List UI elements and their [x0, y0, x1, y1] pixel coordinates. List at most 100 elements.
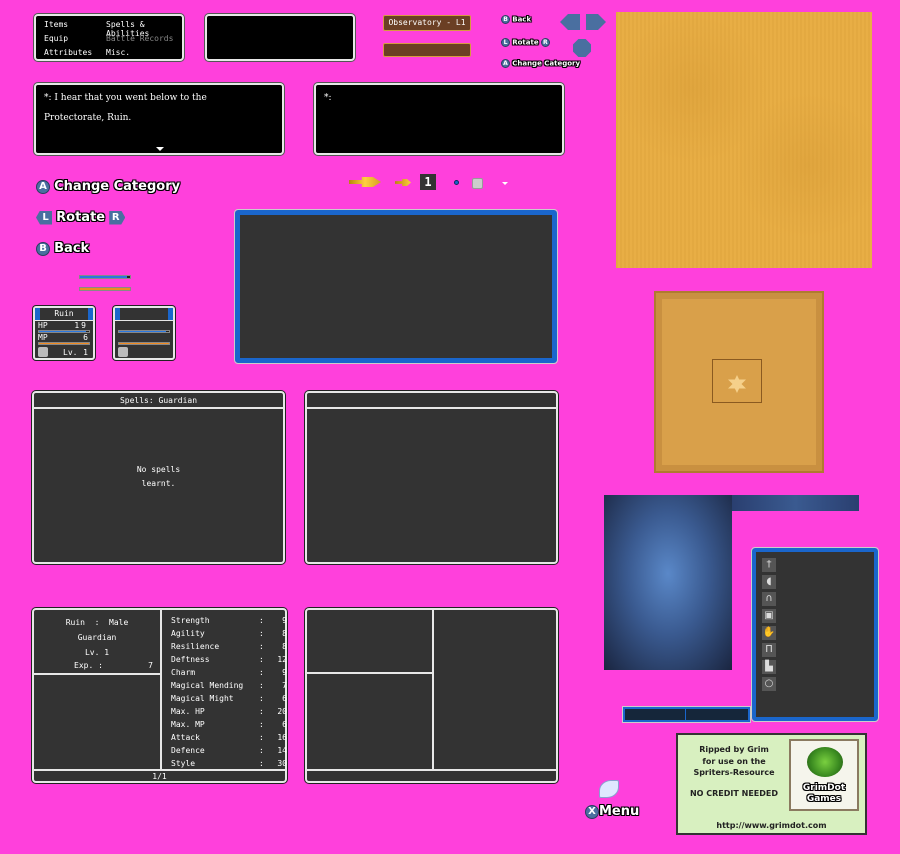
l-button-icon: L: [36, 210, 52, 225]
stat-name: Attack: [171, 733, 200, 742]
hp-label: HP: [38, 321, 48, 330]
credit-box: Ripped by Grim for use on the Spriters-R…: [676, 733, 867, 835]
party-card-header: Ruin: [35, 308, 93, 320]
attr-level: Lv. 1: [84, 648, 110, 657]
mp-bar-fill: [39, 343, 89, 344]
stat-value: 16: [277, 733, 287, 742]
small-hint-change-category: A Change Category: [501, 59, 580, 68]
stat-colon: :: [259, 759, 264, 768]
stat-colon: :: [259, 733, 264, 742]
hp-value: 19: [74, 321, 88, 330]
stat-name: Magical Might: [171, 694, 234, 703]
stat-value: 14: [277, 746, 287, 755]
boots-icon[interactable]: ▙: [762, 660, 776, 674]
mp-bar-empty: [118, 342, 170, 345]
stat-value: 9: [282, 616, 287, 625]
emblem-icon: [472, 178, 483, 189]
blue-tab-bar: [622, 706, 751, 723]
stat-value: 9: [282, 668, 287, 677]
vocation-emblem-icon: [118, 347, 128, 357]
stat-row: Attack: 16: [171, 731, 287, 744]
attr-divider-h: [34, 673, 160, 675]
menu-item-misc[interactable]: Misc.: [106, 48, 130, 57]
attr-vocation: Guardian: [77, 633, 117, 642]
menu-item-items[interactable]: Items: [44, 20, 68, 29]
a-button-icon: A: [36, 179, 50, 194]
credit-url[interactable]: http://www.grimdot.com: [678, 821, 865, 830]
shield-icon[interactable]: ◖: [762, 575, 776, 589]
small-hint-rotate: L Rotate R: [501, 38, 550, 47]
stat-name: Magical Mending: [171, 681, 244, 690]
attr-exp-value: 7: [148, 661, 153, 670]
b-button-icon: B: [501, 15, 510, 24]
mp-bar-sample: [79, 287, 131, 291]
stat-colon: :: [259, 668, 264, 677]
party-card[interactable]: Ruin HP 19 MP 6 Lv. 1: [33, 306, 95, 360]
spells-panel: Spells: Guardian No spells learnt.: [32, 391, 285, 564]
grimdot-logo: GrimDot Games: [789, 739, 859, 811]
small-cursor-icon: [395, 179, 411, 186]
stat-name: Max. HP: [171, 707, 205, 716]
b-button-icon: B: [36, 241, 50, 256]
spells-empty-line2: learnt.: [141, 479, 176, 488]
stat-colon: :: [259, 616, 264, 625]
r-button-icon: R: [109, 210, 126, 225]
arrow-left-icon[interactable]: [560, 14, 580, 30]
stat-row: Strength: 9: [171, 614, 287, 627]
stat-row: Agility: 8: [171, 627, 287, 640]
mp-bar-sample-fill: [80, 288, 130, 290]
dialogue-window-empty: *:: [314, 83, 564, 155]
menu-item-attributes[interactable]: Attributes: [44, 48, 92, 57]
grid-divider-h: [307, 672, 432, 674]
stat-colon: :: [259, 707, 264, 716]
hint-change-category-label: Change Category: [54, 179, 181, 194]
vocation-emblem-icon: [38, 347, 48, 357]
stat-value: 20: [277, 707, 287, 716]
hint-back: B Back: [36, 241, 89, 256]
triangle-down-icon[interactable]: [156, 147, 164, 151]
attr-exp-label: Exp. :: [74, 661, 103, 670]
dot-icon: [454, 180, 459, 185]
bush-icon: [807, 747, 843, 777]
hint-rotate: L Rotate R: [36, 210, 126, 225]
stat-row: Max. MP: 6: [171, 718, 287, 731]
credit-line4: NO CREDIT NEEDED: [689, 789, 778, 798]
octagon-button-icon[interactable]: [573, 39, 591, 57]
stat-name: Agility: [171, 629, 205, 638]
ring-icon[interactable]: ○: [762, 677, 776, 691]
stat-colon: :: [259, 720, 264, 729]
helmet-icon[interactable]: ∩: [762, 592, 776, 606]
stat-row: Defence: 14: [171, 744, 287, 757]
gauntlet-icon[interactable]: ✋: [762, 626, 776, 640]
stat-name: Defence: [171, 746, 205, 755]
r-button-icon: R: [540, 38, 550, 47]
stat-value: 12: [277, 655, 287, 664]
credit-line3: Spriters-Resource: [693, 768, 775, 777]
stat-name: Charm: [171, 668, 196, 677]
menu-item-equip[interactable]: Equip: [44, 34, 68, 43]
party-card-empty: [113, 306, 175, 360]
sword-icon[interactable]: †: [762, 558, 776, 572]
stat-row: Max. HP: 20: [171, 705, 287, 718]
leggings-icon[interactable]: Π: [762, 643, 776, 657]
stat-name: Strength: [171, 616, 210, 625]
mp-value: 6: [83, 333, 88, 342]
arrow-right-icon[interactable]: [586, 14, 606, 30]
stat-colon: :: [259, 681, 264, 690]
hint-rotate-label: Rotate: [56, 210, 106, 225]
armor-icon[interactable]: ▣: [762, 609, 776, 623]
stat-row: Magical Mending: 7: [171, 679, 287, 692]
level-value: 1: [83, 348, 88, 357]
main-menu-window: Items Spells & Abilities Equip Battle Re…: [34, 14, 184, 61]
stat-colon: :: [259, 629, 264, 638]
small-hint-change-category-label: Change Category: [512, 59, 581, 68]
dialogue-speaker-mark: *:: [324, 93, 332, 103]
spells-empty-line1: No spells: [136, 465, 181, 474]
sand-texture: [616, 12, 872, 268]
menu-button-row: X Menu: [585, 804, 639, 819]
spells-panel-title: Spells: Guardian: [119, 396, 198, 405]
location-plate: Observatory - L1: [383, 15, 471, 31]
stat-colon: :: [259, 694, 264, 703]
stat-colon: :: [259, 642, 264, 651]
credit-line2: for use on the: [702, 757, 766, 766]
